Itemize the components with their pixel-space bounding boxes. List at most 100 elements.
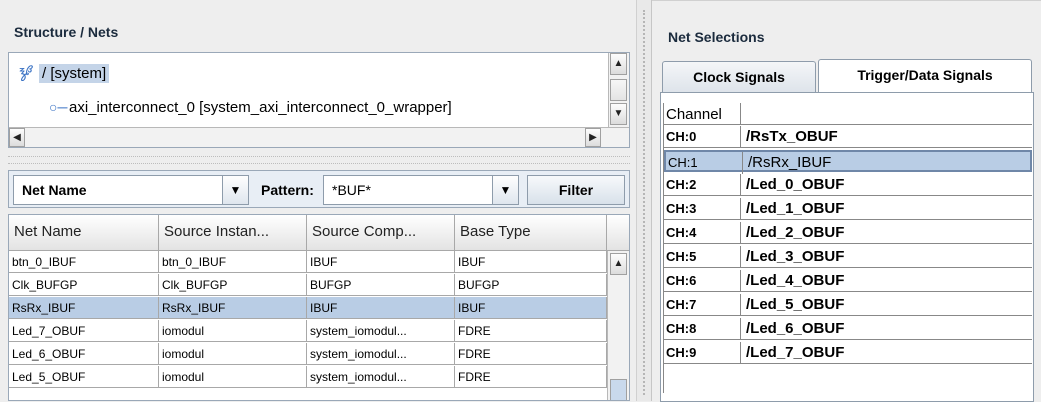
cell-net-name: RsRx_IBUF [9, 297, 159, 319]
chevron-down-icon[interactable]: ▼ [492, 176, 518, 204]
pattern-input-value: *BUF* [332, 182, 371, 198]
scroll-down-icon[interactable]: ▼ [610, 103, 627, 125]
cell-source-component: system_iomodul... [307, 366, 455, 388]
channel-row[interactable]: CH:6/Led_4_OBUF [664, 270, 1032, 292]
channel-row[interactable]: CH:1/RsRx_IBUF [664, 150, 1032, 174]
field-select-value: Net Name [22, 182, 87, 198]
scroll-left-icon[interactable]: ◀ [9, 128, 25, 147]
column-separator [740, 126, 741, 148]
tree-leaf-icon: ○─ [49, 99, 68, 115]
cell-net-name: Led_5_OBUF [9, 366, 159, 388]
column-separator [740, 174, 741, 196]
pattern-input[interactable]: *BUF* ▼ [323, 175, 519, 205]
chevron-down-icon[interactable]: ▼ [222, 176, 248, 204]
channel-id: CH:4 [666, 225, 697, 240]
cell-source-instance: btn_0_IBUF [159, 251, 307, 273]
column-header-corner [607, 215, 629, 251]
cell-source-component: IBUF [307, 297, 455, 319]
channel-net-name: /Led_1_OBUF [746, 200, 845, 217]
channel-row[interactable]: CH:9/Led_7_OBUF [664, 342, 1032, 364]
net-table[interactable]: Net Name Source Instan... Source Comp...… [8, 214, 630, 401]
cell-base-type: IBUF [455, 251, 607, 273]
column-separator [740, 103, 741, 125]
cell-source-instance: Clk_BUFGP [159, 274, 307, 296]
tab-panel: Channel CH:0/RsTx_OBUF CH:1/RsRx_IBUF CH:2… [660, 92, 1034, 402]
channel-row[interactable]: CH:0/RsTx_OBUF [664, 126, 1032, 148]
cell-source-component: IBUF [307, 251, 455, 273]
table-row[interactable]: RsRx_IBUF RsRx_IBUF IBUF IBUF [9, 297, 607, 319]
cell-net-name: btn_0_IBUF [9, 251, 159, 273]
channel-row[interactable]: CH:2/Led_0_OBUF [664, 174, 1032, 196]
tree-expanded-icon[interactable]: 🝳 [19, 61, 39, 85]
tab-clock-signals[interactable]: Clock Signals [662, 61, 816, 93]
channel-id: CH:3 [666, 201, 697, 216]
cell-source-instance: RsRx_IBUF [159, 297, 307, 319]
tree-node-axi-interconnect[interactable]: ○─ axi_interconnect_0 [system_axi_interco… [49, 95, 452, 119]
channel-row[interactable]: CH:3/Led_1_OBUF [664, 198, 1032, 220]
column-separator [742, 152, 743, 174]
scroll-thumb[interactable] [610, 79, 627, 101]
channel-id: CH:2 [666, 177, 697, 192]
table-vertical-scrollbar[interactable]: ▲ [607, 251, 629, 400]
channel-net-name: /RsRx_IBUF [748, 154, 832, 171]
vertical-split-divider[interactable] [636, 0, 652, 401]
pane-splitter[interactable] [8, 156, 630, 164]
channel-net-name: /Led_2_OBUF [746, 224, 845, 241]
channel-table-header: Channel [664, 103, 1032, 125]
channel-row[interactable]: CH:7/Led_5_OBUF [664, 294, 1032, 316]
filter-button[interactable]: Filter [527, 175, 625, 205]
column-separator [740, 270, 741, 292]
channel-id: CH:1 [668, 155, 698, 170]
field-select[interactable]: Net Name ▼ [13, 175, 249, 205]
column-header-net-name[interactable]: Net Name [9, 215, 159, 251]
scroll-up-icon[interactable]: ▲ [610, 253, 627, 275]
scroll-right-icon[interactable]: ▶ [585, 128, 601, 147]
tree-vertical-scrollbar[interactable]: ▲ ▼ [608, 53, 629, 127]
column-header-source-instance[interactable]: Source Instan... [159, 215, 307, 251]
column-separator [740, 294, 741, 316]
column-separator [740, 318, 741, 340]
cell-source-component: system_iomodul... [307, 343, 455, 365]
cell-source-instance: iomodul [159, 320, 307, 342]
cell-net-name: Led_7_OBUF [9, 320, 159, 342]
table-row[interactable]: Led_6_OBUF iomodul system_iomodul... FDRE [9, 343, 607, 365]
channel-id: CH:5 [666, 249, 697, 264]
cell-source-instance: iomodul [159, 343, 307, 365]
channel-net-name: /Led_3_OBUF [746, 248, 845, 265]
net-selections-pane: Net Selections Clock Signals Trigger/Dat… [652, 0, 1041, 402]
channel-net-name: /Led_5_OBUF [746, 296, 845, 313]
column-header-channel[interactable]: Channel [666, 103, 722, 125]
channel-row[interactable]: CH:4/Led_2_OBUF [664, 222, 1032, 244]
table-row[interactable]: Led_5_OBUF iomodul system_iomodul... FDRE [9, 366, 607, 388]
cell-base-type: FDRE [455, 366, 607, 388]
structure-nets-pane: Structure / Nets 🝳 / [system] ○─ axi_inter… [0, 0, 636, 401]
tree-horizontal-scrollbar[interactable]: ◀ ▶ [9, 127, 629, 147]
scroll-thumb[interactable] [610, 379, 627, 400]
tree-node-label: axi_interconnect_0 [system_axi_interconn… [69, 99, 452, 116]
channel-net-name: /Led_4_OBUF [746, 272, 845, 289]
table-row[interactable]: Led_7_OBUF iomodul system_iomodul... FDRE [9, 320, 607, 342]
channel-row[interactable]: CH:8/Led_6_OBUF [664, 318, 1032, 340]
tree-node-system[interactable]: 🝳 / [system] [19, 61, 110, 85]
column-separator [740, 246, 741, 268]
channel-net-name: /Led_7_OBUF [746, 344, 845, 361]
column-separator [740, 198, 741, 220]
channel-table[interactable]: Channel CH:0/RsTx_OBUF CH:1/RsRx_IBUF CH:2… [663, 103, 1032, 393]
divider-grip [643, 10, 646, 395]
column-header-base-type[interactable]: Base Type [455, 215, 607, 251]
cell-source-component: system_iomodul... [307, 320, 455, 342]
pattern-label: Pattern: [261, 182, 314, 198]
scroll-up-icon[interactable]: ▲ [610, 53, 627, 75]
table-row[interactable]: btn_0_IBUF btn_0_IBUF IBUF IBUF [9, 251, 607, 273]
column-header-source-component[interactable]: Source Comp... [307, 215, 455, 251]
channel-row[interactable]: CH:5/Led_3_OBUF [664, 246, 1032, 268]
structure-nets-title: Structure / Nets [14, 24, 119, 40]
channel-net-name: /Led_0_OBUF [746, 176, 845, 193]
channel-id: CH:9 [666, 345, 697, 360]
column-separator [740, 222, 741, 244]
column-separator [740, 342, 741, 364]
cell-source-instance: iomodul [159, 366, 307, 388]
tab-trigger-data-signals[interactable]: Trigger/Data Signals [818, 59, 1032, 93]
table-row[interactable]: Clk_BUFGP Clk_BUFGP BUFGP BUFGP [9, 274, 607, 296]
structure-tree[interactable]: 🝳 / [system] ○─ axi_interconnect_0 [system… [8, 52, 630, 148]
